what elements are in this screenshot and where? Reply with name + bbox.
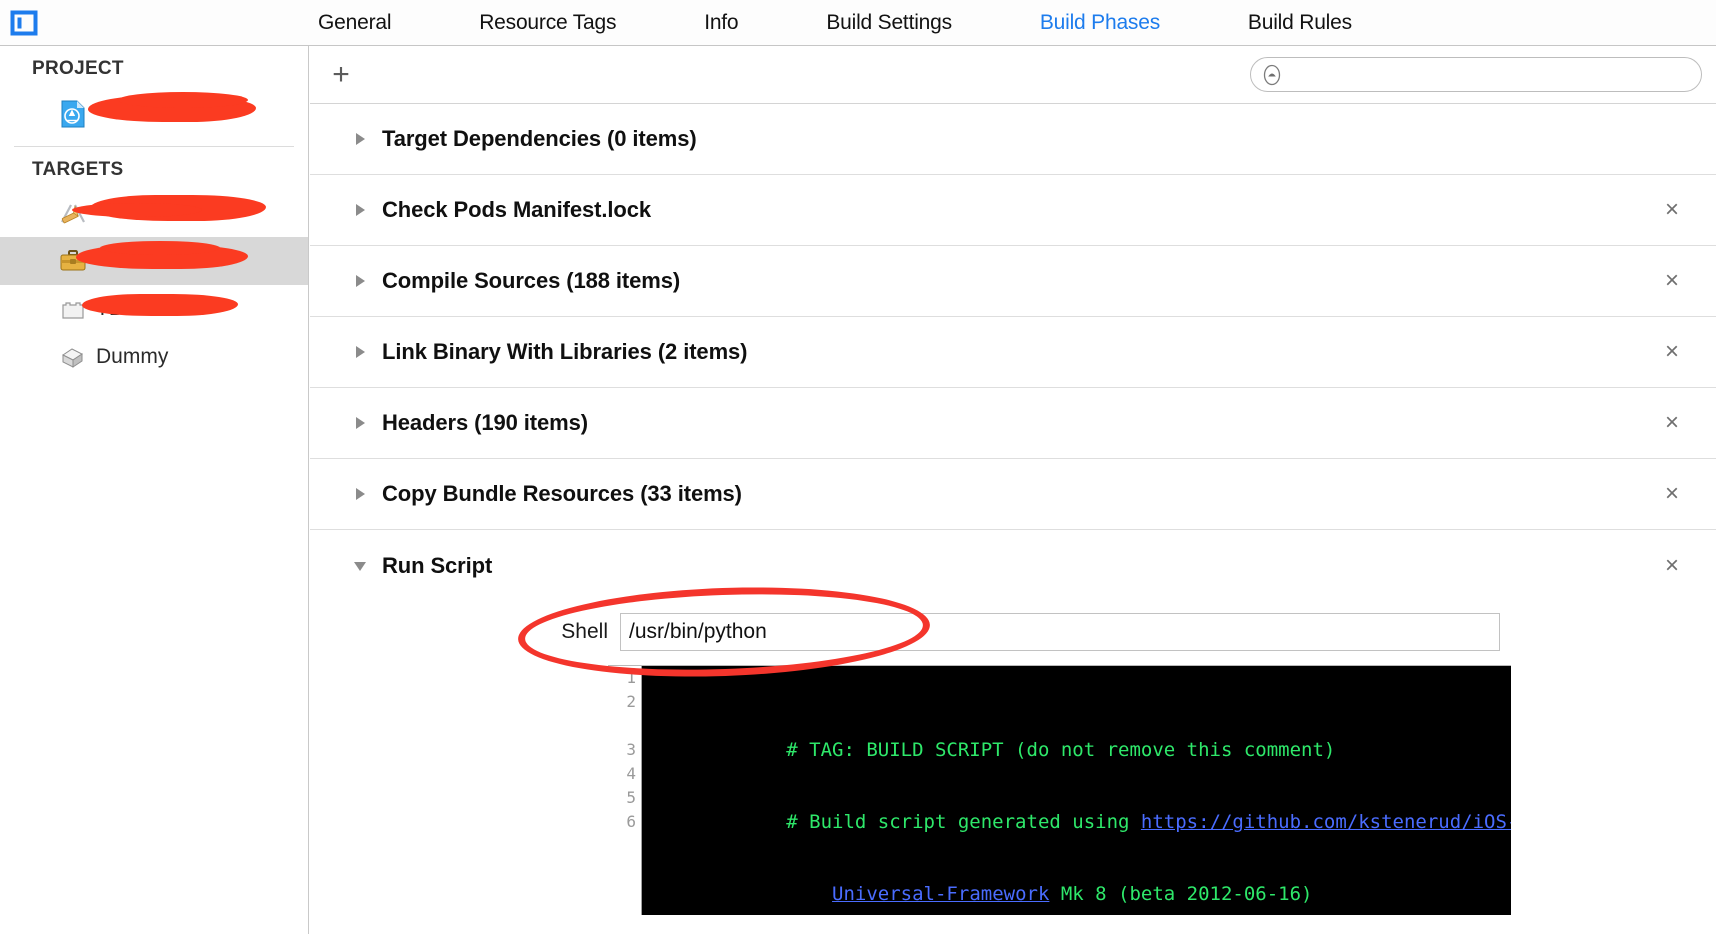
- shell-label: Shell: [561, 620, 608, 643]
- build-phases-panel: + Target Dependencies (0 items) Check Po…: [310, 46, 1716, 934]
- script-editor[interactable]: 1 2 3 4 5 6 # TAG: BUILD SCRIPT (do not …: [608, 665, 1511, 915]
- project-targets-sidebar: PROJECT TARGETS TBC Dummy: [0, 46, 309, 934]
- line-number: 2: [626, 692, 636, 711]
- build-phase-row[interactable]: Link Binary With Libraries (2 items) ×: [310, 317, 1716, 388]
- tab-info[interactable]: Info: [704, 11, 738, 35]
- code-link[interactable]: Universal-Framework: [832, 883, 1049, 905]
- disclosure-triangle-collapsed-icon[interactable]: [352, 202, 368, 218]
- line-number: 5: [626, 788, 636, 807]
- navigator-toggle-icon[interactable]: [9, 8, 39, 38]
- remove-phase-icon[interactable]: ×: [1660, 269, 1684, 293]
- redaction-scribble: [76, 245, 248, 269]
- disclosure-triangle-collapsed-icon[interactable]: [352, 486, 368, 502]
- sidebar-item-label: TBC: [96, 297, 138, 320]
- build-phase-title: Link Binary With Libraries (2 items): [382, 339, 748, 364]
- build-phase-title: Copy Bundle Resources (33 items): [382, 481, 742, 506]
- line-number: 1: [626, 668, 636, 687]
- phase-search-field[interactable]: [1250, 57, 1702, 92]
- code-comment: Mk 8 (beta 2012-06-16): [1049, 883, 1313, 905]
- build-phase-title: Compile Sources (188 items): [382, 268, 681, 293]
- redaction-scribble: [90, 195, 266, 221]
- disclosure-triangle-collapsed-icon[interactable]: [352, 344, 368, 360]
- sidebar-item-dummy[interactable]: Dummy: [0, 333, 308, 381]
- code-line-continuation: Universal-Framework Mk 8 (beta 2012-06-1…: [649, 858, 1511, 905]
- code-comment: # Build script generated using: [786, 811, 1141, 833]
- remove-phase-icon[interactable]: ×: [1660, 198, 1684, 222]
- line-number: [608, 714, 641, 738]
- phases-toolbar: +: [310, 46, 1716, 104]
- build-phase-title: Run Script: [382, 552, 493, 578]
- library-target-icon: [58, 246, 88, 276]
- shell-input[interactable]: [620, 613, 1500, 651]
- redaction-scribble: [100, 241, 220, 255]
- build-phase-list: Target Dependencies (0 items) Check Pods…: [310, 104, 1716, 934]
- tab-build-rules[interactable]: Build Rules: [1248, 11, 1352, 35]
- disclosure-triangle-collapsed-icon[interactable]: [352, 415, 368, 431]
- line-number-gutter: 1 2 3 4 5 6: [608, 666, 642, 915]
- test-bundle-icon: [58, 294, 88, 324]
- script-code[interactable]: # TAG: BUILD SCRIPT (do not remove this …: [643, 666, 1511, 915]
- tab-bar: General Resource Tags Info Build Setting…: [0, 0, 1716, 46]
- build-phase-title: Target Dependencies (0 items): [382, 126, 697, 151]
- remove-phase-icon[interactable]: ×: [1660, 411, 1684, 435]
- disclosure-triangle-collapsed-icon[interactable]: [352, 131, 368, 147]
- phase-search-input[interactable]: [1283, 64, 1701, 85]
- xcode-project-icon: [58, 99, 88, 129]
- code-link[interactable]: https://github.com/kstenerud/iOS-: [1141, 811, 1511, 833]
- tab-resource-tags[interactable]: Resource Tags: [479, 11, 616, 35]
- tab-build-settings[interactable]: Build Settings: [826, 11, 952, 35]
- build-phase-row-run-script[interactable]: Run Script ×: [310, 530, 1716, 601]
- aggregate-target-icon: [58, 342, 88, 372]
- sidebar-item-test-bundle[interactable]: TBC: [0, 285, 308, 333]
- line-number: 4: [626, 764, 636, 783]
- project-group-header: PROJECT: [32, 58, 124, 79]
- remove-phase-icon[interactable]: ×: [1660, 340, 1684, 364]
- targets-group-header: TARGETS: [32, 159, 124, 180]
- tab-general[interactable]: General: [318, 11, 392, 35]
- build-phase-row[interactable]: Compile Sources (188 items) ×: [310, 246, 1716, 317]
- build-phase-row[interactable]: Check Pods Manifest.lock ×: [310, 175, 1716, 246]
- remove-phase-icon[interactable]: ×: [1660, 482, 1684, 506]
- build-phase-title: Check Pods Manifest.lock: [382, 197, 652, 222]
- tab-list: General Resource Tags Info Build Setting…: [300, 0, 1370, 46]
- app-target-icon: [58, 198, 88, 228]
- tab-build-phases[interactable]: Build Phases: [1040, 11, 1160, 35]
- build-phase-row[interactable]: Headers (190 items) ×: [310, 388, 1716, 459]
- code-line: # TAG: BUILD SCRIPT (do not remove this …: [649, 714, 1511, 761]
- sidebar-item-project[interactable]: [0, 88, 308, 140]
- redaction-scribble: [88, 96, 256, 122]
- code-line: # Build script generated using https://g…: [649, 786, 1511, 833]
- remove-phase-icon[interactable]: ×: [1660, 553, 1684, 578]
- shell-row: Shell: [310, 601, 1716, 665]
- disclosure-triangle-expanded-icon[interactable]: [352, 558, 368, 574]
- line-number: 3: [626, 740, 636, 759]
- code-comment: # TAG: BUILD SCRIPT (do not remove this …: [786, 739, 1336, 761]
- sidebar-item-app-target[interactable]: [0, 189, 308, 237]
- build-phase-row[interactable]: Copy Bundle Resources (33 items) ×: [310, 459, 1716, 530]
- sidebar-item-library-target[interactable]: [0, 237, 308, 285]
- run-script-body: Shell 1 2 3 4 5 6 # TAG: BUILD SCRIPT (d…: [310, 601, 1716, 915]
- build-phase-title: Headers (190 items): [382, 410, 588, 435]
- build-phase-row[interactable]: Target Dependencies (0 items): [310, 104, 1716, 175]
- sidebar-item-label: Dummy: [96, 345, 169, 368]
- magnifier-icon: [1261, 63, 1283, 87]
- line-number: 6: [626, 812, 636, 831]
- add-build-phase-button[interactable]: +: [324, 58, 358, 92]
- redaction-scribble: [72, 203, 202, 217]
- redaction-scribble: [118, 92, 248, 108]
- disclosure-triangle-collapsed-icon[interactable]: [352, 273, 368, 289]
